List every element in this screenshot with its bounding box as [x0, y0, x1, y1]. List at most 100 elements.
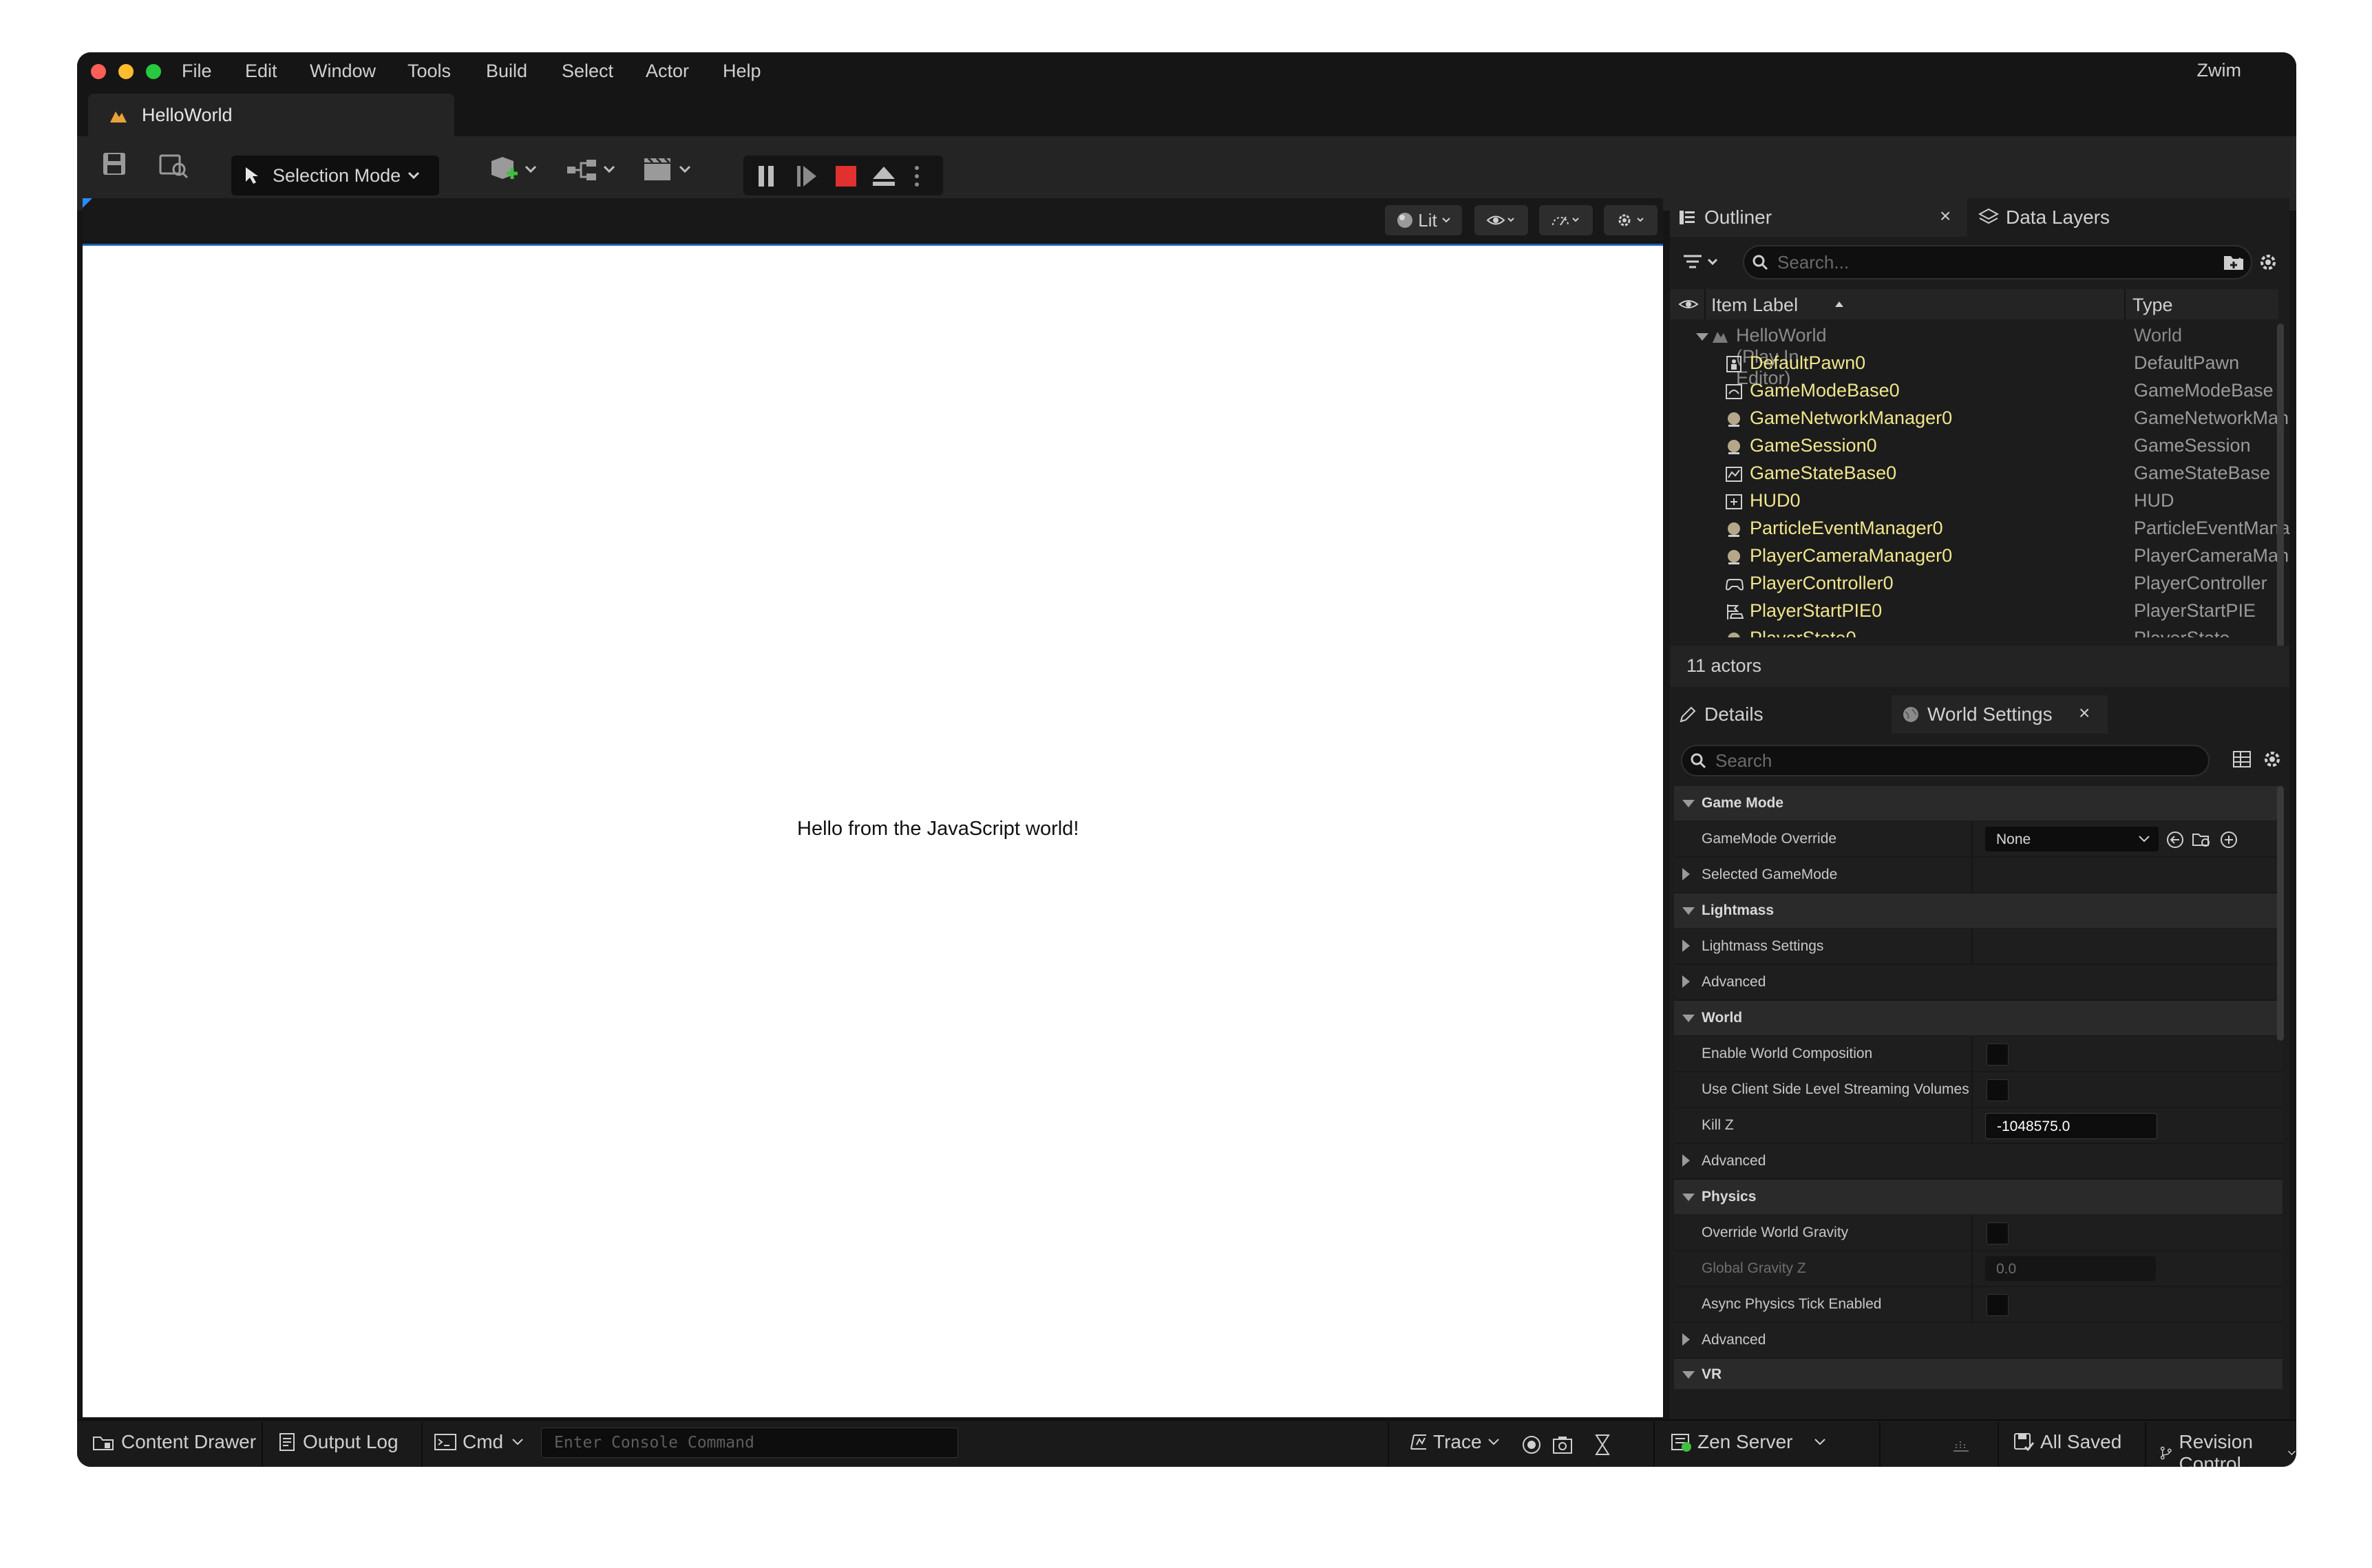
menu-select[interactable]: Select: [562, 61, 613, 82]
browse-level-icon[interactable]: [158, 150, 190, 180]
menu-tools[interactable]: Tools: [407, 61, 451, 82]
close-window-button[interactable]: [91, 64, 106, 79]
pause-icon[interactable]: [753, 162, 781, 190]
list-item[interactable]: GameModeBase0 GameModeBase: [1670, 377, 2278, 405]
menu-window[interactable]: Window: [310, 61, 376, 82]
tab-outliner[interactable]: Outliner ×: [1670, 198, 1967, 237]
expand-arrow-icon[interactable]: [1682, 975, 1690, 988]
hourglass-icon[interactable]: [1594, 1433, 1611, 1456]
selection-mode-dropdown[interactable]: Selection Mode: [231, 156, 439, 195]
list-item[interactable]: PlayerStartPIE0 PlayerStartPIE: [1670, 597, 2278, 625]
close-icon[interactable]: ×: [1940, 205, 1951, 227]
collapse-arrow-icon[interactable]: [1682, 1015, 1695, 1022]
list-item[interactable]: PlayerCameraManager0 PlayerCameraMan: [1670, 542, 2289, 570]
outliner-scrollbar[interactable]: [2277, 324, 2284, 681]
property-lightmass-settings[interactable]: Lightmass Settings: [1674, 929, 2283, 965]
screenshot-icon[interactable]: [1552, 1434, 1574, 1455]
category-lightmass[interactable]: Lightmass: [1674, 893, 2283, 928]
category-physics[interactable]: Physics: [1674, 1180, 2283, 1214]
expand-arrow-icon[interactable]: [1696, 333, 1708, 341]
menu-help[interactable]: Help: [723, 61, 761, 82]
property-physics-advanced[interactable]: Advanced: [1674, 1323, 2283, 1359]
details-scrollbar[interactable]: [2277, 786, 2284, 1041]
new-folder-icon[interactable]: [2222, 251, 2245, 273]
record-trace-icon[interactable]: [1521, 1434, 1542, 1455]
expand-arrow-icon[interactable]: [1682, 1154, 1690, 1167]
enable-world-composition-checkbox[interactable]: [1987, 1043, 2009, 1066]
collapse-arrow-icon[interactable]: [1682, 907, 1695, 915]
table-view-icon[interactable]: [2232, 749, 2252, 770]
list-item[interactable]: ParticleEventManager0 ParticleEventMana: [1670, 515, 2290, 542]
source-control-status-icon[interactable]: [1951, 1434, 1971, 1455]
content-drawer-button[interactable]: Content Drawer: [92, 1431, 256, 1453]
show-flags-button[interactable]: [1474, 205, 1528, 235]
gamemode-override-select[interactable]: None: [1985, 827, 2159, 851]
list-item[interactable]: GameStateBase0 GameStateBase: [1670, 460, 2278, 487]
actor-sphere-icon: [1728, 412, 1740, 427]
menu-file[interactable]: File: [182, 61, 212, 82]
add-circle-icon[interactable]: [2219, 830, 2238, 849]
scalability-button[interactable]: [1539, 205, 1593, 235]
outliner-search-input[interactable]: Search...: [1743, 245, 2252, 279]
column-type[interactable]: Type: [2132, 295, 2173, 316]
close-icon[interactable]: ×: [2079, 702, 2090, 724]
more-options-icon[interactable]: [910, 162, 924, 190]
output-log-button[interactable]: Output Log: [277, 1431, 399, 1453]
minimize-window-button[interactable]: [118, 64, 134, 79]
list-item[interactable]: HUD0 HUD: [1670, 487, 2278, 515]
list-item[interactable]: PlayerState0 PlayerState: [1670, 625, 2278, 637]
stop-icon[interactable]: [832, 162, 859, 190]
zoom-window-button[interactable]: [146, 64, 161, 79]
filter-icon[interactable]: [1681, 252, 1722, 273]
all-saved-button[interactable]: All Saved: [2013, 1431, 2121, 1453]
expand-arrow-icon[interactable]: [1682, 940, 1690, 952]
branch-icon: [2160, 1446, 2172, 1460]
property-selected-gamemode[interactable]: Selected GameMode: [1674, 858, 2283, 893]
details-search-input[interactable]: Search: [1681, 745, 2210, 776]
visibility-eye-icon[interactable]: [1678, 297, 1699, 311]
zen-server-dropdown[interactable]: Zen Server: [1670, 1431, 1826, 1453]
menu-edit[interactable]: Edit: [245, 61, 277, 82]
blueprints-icon[interactable]: [563, 153, 621, 187]
property-world-advanced[interactable]: Advanced: [1674, 1144, 2283, 1180]
view-mode-lit-button[interactable]: Lit: [1385, 205, 1462, 235]
browse-folder-icon[interactable]: [2192, 830, 2212, 849]
save-icon[interactable]: [100, 150, 128, 178]
tab-data-layers[interactable]: Data Layers: [1973, 198, 2179, 237]
list-item[interactable]: PlayerController0 PlayerController: [1670, 570, 2278, 597]
property-lightmass-advanced[interactable]: Advanced: [1674, 965, 2283, 1001]
cmd-dropdown[interactable]: Cmd: [434, 1431, 524, 1453]
step-forward-icon[interactable]: [793, 162, 820, 190]
use-selected-arrow-icon[interactable]: [2165, 830, 2185, 849]
async-physics-tick-checkbox[interactable]: [1987, 1294, 2009, 1316]
add-actor-icon[interactable]: [487, 153, 542, 187]
outliner-settings-gear-icon[interactable]: [2256, 251, 2280, 274]
list-item[interactable]: DefaultPawn0 DefaultPawn: [1670, 350, 2278, 377]
collapse-arrow-icon[interactable]: [1682, 1194, 1695, 1201]
category-world[interactable]: World: [1674, 1001, 2283, 1035]
menu-build[interactable]: Build: [486, 61, 527, 82]
expand-arrow-icon[interactable]: [1682, 868, 1690, 880]
menu-actor[interactable]: Actor: [646, 61, 689, 82]
expand-arrow-icon[interactable]: [1682, 1333, 1690, 1346]
list-item[interactable]: GameSession0 GameSession: [1670, 432, 2278, 460]
collapse-arrow-icon[interactable]: [1682, 800, 1695, 807]
kill-z-field[interactable]: -1048575.0: [1985, 1113, 2157, 1139]
column-item-label[interactable]: Item Label: [1711, 295, 1798, 316]
client-side-streaming-checkbox[interactable]: [1987, 1079, 2009, 1101]
details-settings-gear-icon[interactable]: [2260, 748, 2284, 771]
trace-dropdown[interactable]: Trace: [1408, 1431, 1500, 1453]
tab-world-settings[interactable]: World Settings ×: [1892, 695, 2108, 734]
list-item[interactable]: GameNetworkManager0 GameNetworkMan: [1670, 405, 2289, 432]
override-world-gravity-checkbox[interactable]: [1987, 1222, 2009, 1244]
cinematics-icon[interactable]: [640, 153, 698, 187]
category-vr[interactable]: VR: [1674, 1359, 2283, 1389]
category-game-mode[interactable]: Game Mode: [1674, 786, 2283, 820]
eject-icon[interactable]: [870, 162, 898, 190]
revision-control-dropdown[interactable]: Revision Control: [2159, 1431, 2296, 1467]
collapse-arrow-icon[interactable]: [1682, 1371, 1695, 1379]
document-tab[interactable]: HelloWorld: [88, 94, 454, 136]
console-command-input[interactable]: Enter Console Command: [541, 1428, 958, 1458]
tab-details[interactable]: Details: [1670, 695, 1890, 734]
viewport-settings-button[interactable]: [1604, 205, 1658, 235]
